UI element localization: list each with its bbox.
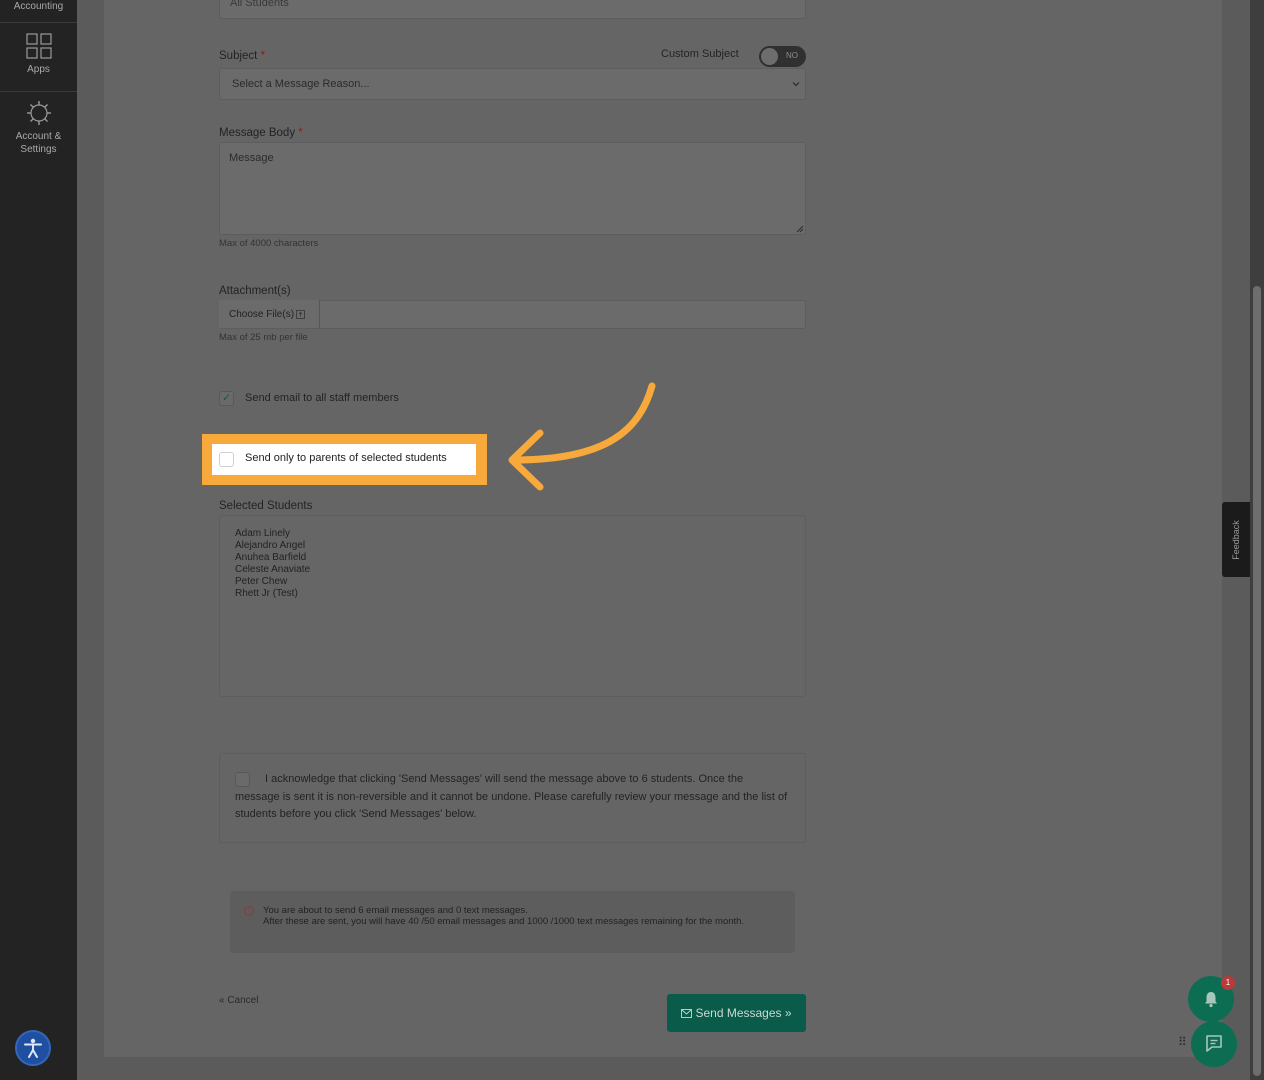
notice-text: You are about to send 6 email messages a… [263,905,783,927]
page-scrollbar[interactable] [1250,0,1264,1080]
subject-select-value: Select a Message Reason... [232,78,370,90]
notice-line-2: After these are sent, you will have 40 /… [263,916,745,927]
message-body-label-text: Message Body [219,127,296,139]
message-body-textarea[interactable]: Message [219,142,806,235]
notice-line-1: You are about to send 6 email messages a… [263,905,528,916]
drag-handle-icon[interactable]: ⠿ [1178,1036,1187,1048]
staff-checkbox[interactable]: ✓ [219,391,234,406]
parents-option-row[interactable]: Send only to parents of selected student… [212,444,476,475]
recipients-value: All Students [230,0,289,9]
chat-icon [1206,1035,1222,1052]
sidebar-divider [0,91,77,92]
subject-select[interactable]: Select a Message Reason... [219,68,806,100]
sidebar-divider [0,22,77,23]
sidebar-item-label: Apps [27,64,50,75]
custom-subject-label: Custom Subject [661,48,739,60]
apps-grid-icon [25,33,52,59]
selected-students-list[interactable]: Adam Linely Alejandro Angel Anuhea Barfi… [219,515,806,697]
choose-files-button[interactable]: Choose File(s) [219,300,320,328]
sidebar: Accounting Apps Account & Settings [0,0,77,1080]
parents-checkbox-label: Send only to parents of selected student… [245,452,447,464]
sidebar-item-account-settings[interactable]: Account & Settings [0,100,77,156]
chat-button[interactable] [1191,1021,1237,1067]
recipients-field[interactable]: All Students [219,0,806,19]
custom-subject-toggle[interactable]: NO [759,46,806,67]
list-item: Alejandro Angel [235,540,306,551]
list-item: Celeste Anaviate [235,564,311,575]
acknowledge-box: I acknowledge that clicking 'Send Messag… [219,753,806,843]
toggle-knob [761,48,778,65]
attachments-hint: Max of 25 mb per file [219,332,308,343]
list-item: Adam Linely [235,528,291,539]
accessibility-button[interactable] [15,1030,51,1066]
selected-students-label: Selected Students [219,500,313,512]
checkmark-icon: ✓ [222,392,232,404]
scrollbar-thumb[interactable] [1253,286,1261,1076]
sidebar-item-label: Accounting [13,1,64,12]
toggle-state: NO [786,51,798,60]
cancel-link[interactable]: « Cancel [219,995,258,1006]
parents-checkbox[interactable] [219,452,234,467]
annotation-arrow-icon [508,382,656,491]
required-mark: * [260,50,266,62]
sidebar-item-label: Account & [15,131,62,142]
notification-badge: 1 [1221,976,1235,990]
acknowledge-text: I acknowledge that clicking 'Send Messag… [235,773,788,820]
info-icon: ! [244,906,254,916]
subject-label-text: Subject [219,50,258,62]
message-body-placeholder: Message [229,152,274,164]
feedback-label: Feedback [1231,519,1241,560]
staff-checkbox-label: Send email to all staff members [245,392,399,404]
bell-icon [1205,992,1217,1008]
send-messages-label: Send Messages » [695,1006,792,1020]
choose-files-label: Choose File(s) [229,308,295,320]
message-body-hint: Max of 4000 characters [219,238,319,249]
sidebar-item-apps[interactable]: Apps [0,33,77,76]
resize-handle-icon[interactable] [796,225,804,233]
feedback-tab[interactable]: Feedback [1222,502,1250,577]
subject-label: Subject * [219,50,265,62]
chevron-down-icon [792,82,800,87]
attachments-label: Attachment(s) [219,285,291,297]
message-count-notice: ! You are about to send 6 email messages… [230,891,795,953]
send-messages-button[interactable]: Send Messages » [667,994,806,1032]
upload-icon [296,309,305,319]
list-item: Peter Chew [235,576,288,587]
list-item: Rhett Jr (Test) [235,588,298,599]
message-body-label: Message Body * [219,127,303,139]
gear-icon [26,101,51,125]
accessibility-icon [24,1038,42,1058]
required-mark: * [298,127,303,139]
envelope-icon [681,1008,693,1018]
list-item: Anuhea Barfield [235,552,307,563]
sidebar-item-accounting[interactable]: Accounting [0,0,77,13]
sidebar-item-label: Settings [20,144,57,155]
